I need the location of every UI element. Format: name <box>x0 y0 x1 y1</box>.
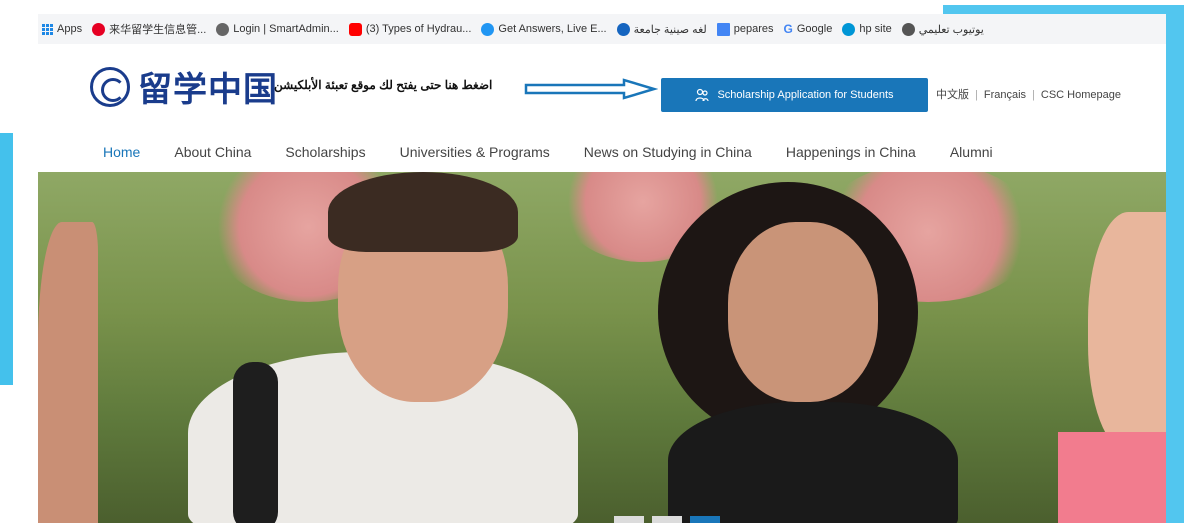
annotation-arabic-note: اضغط هنا حتى يفتح لك موقع تعبئة الأبلكيش… <box>274 78 493 92</box>
bookmark-label: 来华留学生信息管... <box>109 24 207 36</box>
bookmark-label: Login | SmartAdmin... <box>233 23 339 35</box>
nav-item-home[interactable]: Home <box>103 144 140 160</box>
carousel-dot[interactable] <box>652 516 682 523</box>
pinterest-icon <box>92 22 106 36</box>
backpack-strap <box>233 362 278 523</box>
bookmark-label: pepares <box>733 23 774 35</box>
nav-item-about-china[interactable]: About China <box>174 144 251 160</box>
person-right-shirt <box>1058 432 1166 523</box>
bookmark-label: Get Answers, Live E... <box>498 23 607 35</box>
globe-icon <box>216 22 230 36</box>
logo-emblem-icon <box>90 66 130 107</box>
logo-text: 留学中国 <box>138 70 278 110</box>
bookmark-item[interactable]: 来华留学生信息管... <box>92 21 206 37</box>
bookmark-item[interactable]: Login | SmartAdmin... <box>216 22 339 36</box>
bookmark-label: Google <box>796 23 833 35</box>
carousel-indicators <box>614 516 720 523</box>
bookmarks-bar: Apps 来华留学生信息管... Login | SmartAdmin... (… <box>38 14 1166 44</box>
lang-link-chinese[interactable]: 中文版 <box>936 89 969 101</box>
main-nav: Home About China Scholarships Universiti… <box>38 132 1166 172</box>
site-header: 留学中国 اضغط هنا حتى يفتح لك موقع تعبئة الأ… <box>38 44 1166 132</box>
nav-item-happenings[interactable]: Happenings in China <box>786 144 916 160</box>
students-icon <box>695 88 710 102</box>
youtube-icon <box>348 22 362 36</box>
decorative-frame-right <box>1166 5 1184 523</box>
bookmark-label: Apps <box>57 23 83 35</box>
hero-banner-image[interactable] <box>38 172 1166 523</box>
chat-icon <box>481 22 495 36</box>
person-top <box>668 402 958 523</box>
hp-icon <box>842 22 856 36</box>
bookmark-label: يوتيوب تعليمي <box>918 23 984 36</box>
google-icon: G <box>783 22 793 36</box>
bookmark-item[interactable]: pepares <box>716 22 774 36</box>
person-left <box>38 222 98 523</box>
language-links: 中文版 | Français | CSC Homepage <box>936 86 1121 102</box>
bookmark-label: (3) Types of Hydrau... <box>365 23 472 35</box>
bookmark-label: لغه صينية جامعة <box>633 23 707 36</box>
bookmark-item[interactable]: hp site <box>842 22 892 36</box>
lang-link-french[interactable]: Français <box>984 89 1026 101</box>
nav-item-universities-programs[interactable]: Universities & Programs <box>400 144 550 160</box>
bookmark-item[interactable]: يوتيوب تعليمي <box>901 22 984 36</box>
divider: | <box>975 89 978 101</box>
globe-icon <box>616 22 630 36</box>
person-right <box>1088 212 1166 452</box>
carousel-dot-active[interactable] <box>690 516 720 523</box>
apps-grid-icon <box>42 23 53 35</box>
carousel-dot[interactable] <box>614 516 644 523</box>
scholarship-application-button[interactable]: Scholarship Application for Students <box>661 78 928 112</box>
person-hair <box>328 172 518 252</box>
apply-button-label: Scholarship Application for Students <box>717 89 894 101</box>
globe-icon <box>901 22 915 36</box>
csc-homepage-link[interactable]: CSC Homepage <box>1041 89 1121 101</box>
bookmark-label: hp site <box>859 23 892 35</box>
chart-icon <box>716 22 730 36</box>
decorative-left-bar <box>0 133 13 385</box>
site-logo[interactable]: 留学中国 <box>90 62 278 111</box>
person-face <box>728 222 878 402</box>
nav-item-news[interactable]: News on Studying in China <box>584 144 752 160</box>
bookmark-item[interactable]: لغه صينية جامعة <box>616 22 707 36</box>
annotation-arrow-icon <box>524 78 658 100</box>
divider: | <box>1032 89 1035 101</box>
bookmark-item[interactable]: Get Answers, Live E... <box>481 22 607 36</box>
bookmark-item[interactable]: G Google <box>784 22 833 36</box>
bookmark-apps[interactable]: Apps <box>42 23 82 35</box>
nav-item-alumni[interactable]: Alumni <box>950 144 993 160</box>
nav-item-scholarships[interactable]: Scholarships <box>285 144 365 160</box>
bookmark-item[interactable]: (3) Types of Hydrau... <box>348 22 472 36</box>
